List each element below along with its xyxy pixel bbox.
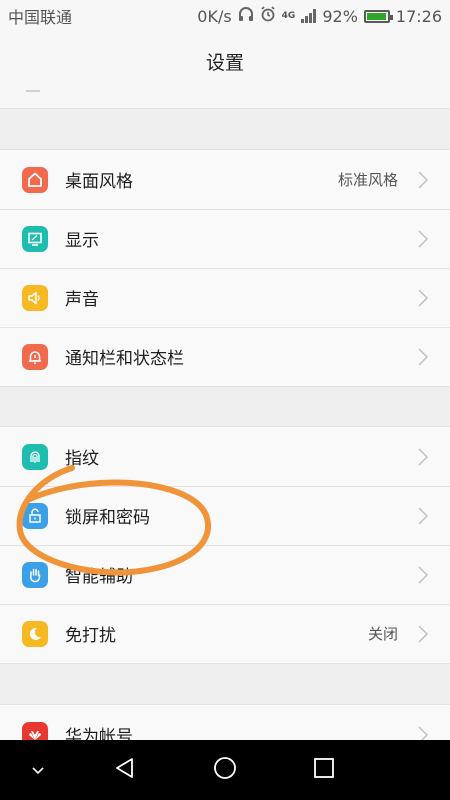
alarm-icon xyxy=(260,6,276,26)
hand-icon xyxy=(22,561,48,588)
lock-icon xyxy=(22,502,48,529)
row-display[interactable]: 显示 xyxy=(0,209,450,268)
bell-icon xyxy=(22,343,48,370)
back-button[interactable] xyxy=(95,740,155,800)
row-value: 关闭 xyxy=(367,625,398,643)
chevron-right-icon xyxy=(412,171,434,189)
status-icons: 0K/s 4G 92% 17:26 xyxy=(197,6,442,26)
recents-button[interactable] xyxy=(294,740,354,800)
row-sound[interactable]: 声音 xyxy=(0,268,450,327)
display-icon xyxy=(22,225,48,252)
row-do-not-disturb[interactable]: 免打扰 关闭 xyxy=(0,604,450,663)
title-bar: 设置 xyxy=(0,32,450,90)
chevron-right-icon xyxy=(412,507,434,525)
network-speed: 0K/s xyxy=(197,6,232,26)
settings-group-display: 桌面风格 标准风格 显示 声音 通知栏和状态栏 xyxy=(0,149,450,387)
chevron-right-icon xyxy=(412,289,434,307)
annotation-circle xyxy=(16,465,212,576)
chevron-down-icon xyxy=(31,761,45,780)
settings-group-security: 指纹 锁屏和密码 智能辅助 免打扰 关闭 xyxy=(0,426,450,664)
clock: 17:26 xyxy=(395,6,442,26)
status-bar: 中国联通 0K/s 4G 92% 17:26 xyxy=(0,0,450,32)
row-label: 桌面风格 xyxy=(65,172,133,192)
row-label: 免打扰 xyxy=(65,626,116,646)
page-title: 设置 xyxy=(205,51,244,74)
chevron-right-icon xyxy=(412,230,434,248)
hide-nav-button[interactable] xyxy=(8,740,68,800)
chevron-right-icon xyxy=(412,625,434,643)
battery-icon xyxy=(363,9,393,23)
row-label: 通知栏和状态栏 xyxy=(65,349,184,369)
row-fingerprint[interactable]: 指纹 xyxy=(0,427,450,486)
battery-percent: 92% xyxy=(322,6,358,26)
carrier-label: 中国联通 xyxy=(8,8,73,27)
speaker-icon xyxy=(22,284,48,311)
home-button[interactable] xyxy=(195,740,255,800)
headphones-icon xyxy=(238,6,254,26)
row-notifications[interactable]: 通知栏和状态栏 xyxy=(0,327,450,386)
row-value: 标准风格 xyxy=(337,171,398,189)
home-icon xyxy=(22,166,48,193)
row-desktop-style[interactable]: 桌面风格 标准风格 xyxy=(0,150,450,209)
moon-icon xyxy=(22,620,48,647)
row-smart-assist[interactable]: 智能辅助 xyxy=(0,545,450,604)
signal-icon xyxy=(301,9,317,23)
row-label: 锁屏和密码 xyxy=(65,508,150,528)
home-circle-icon xyxy=(213,756,237,784)
recents-square-icon xyxy=(314,758,334,782)
row-label: 显示 xyxy=(65,231,99,251)
navigation-bar xyxy=(0,740,450,800)
scrolled-section-edge xyxy=(0,90,450,109)
row-label: 指纹 xyxy=(65,449,99,469)
row-label: 智能辅助 xyxy=(65,567,133,587)
chevron-right-icon xyxy=(412,348,434,366)
row-label: 声音 xyxy=(65,290,99,310)
chevron-right-icon xyxy=(412,566,434,584)
back-triangle-icon xyxy=(114,757,136,783)
row-lock-screen-password[interactable]: 锁屏和密码 xyxy=(0,486,450,545)
fingerprint-icon xyxy=(22,443,48,470)
chevron-right-icon xyxy=(412,448,434,466)
network-type-label: 4G xyxy=(281,10,296,21)
